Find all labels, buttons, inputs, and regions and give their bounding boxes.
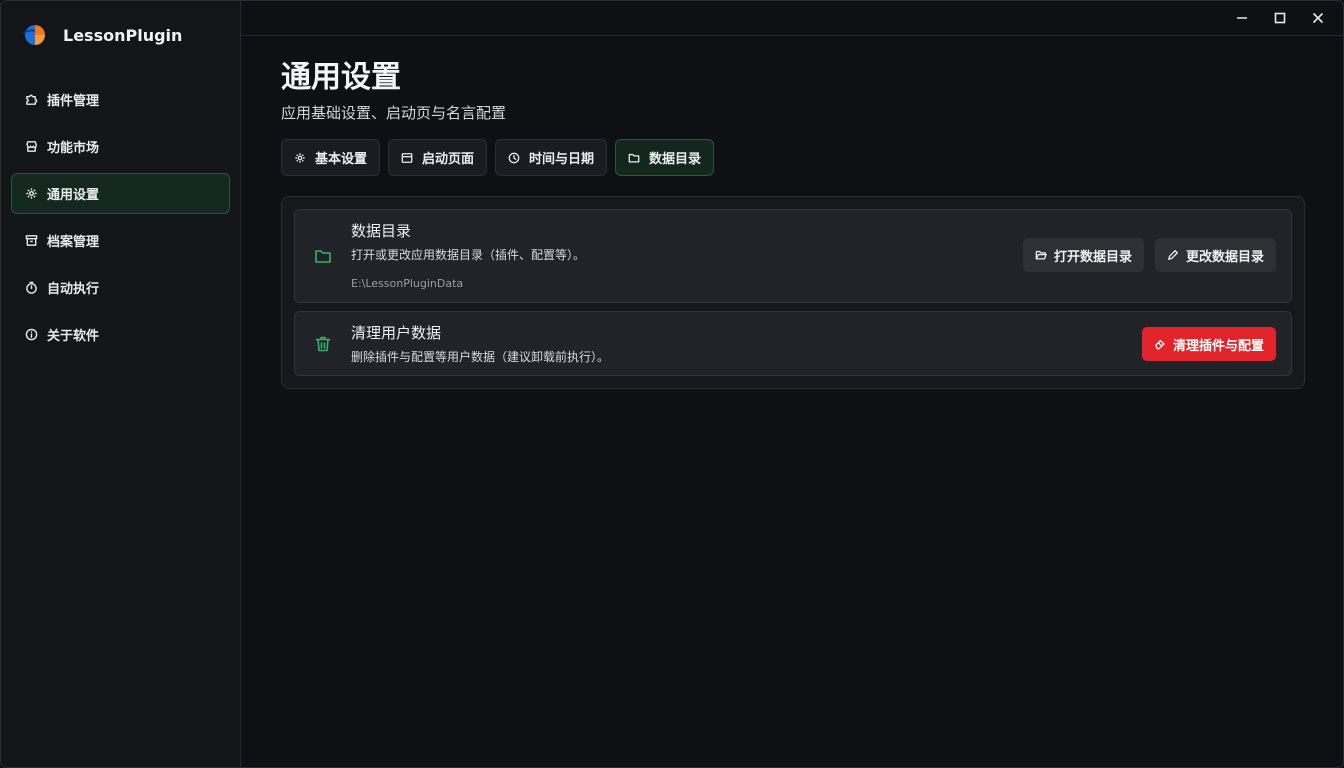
page-subtitle: 应用基础设置、启动页与名言配置 xyxy=(281,104,507,122)
clock-icon xyxy=(508,152,520,164)
change-data-directory-button[interactable]: 更改数据目录 xyxy=(1155,238,1277,272)
trash-icon xyxy=(314,335,332,353)
sidebar-item-market[interactable]: 功能市场 xyxy=(11,126,230,167)
data-directory-description: 打开或更改应用数据目录（插件、配置等）。 xyxy=(351,248,586,262)
brand: LessonPlugin xyxy=(21,23,182,47)
data-directory-title: 数据目录 xyxy=(351,222,412,240)
app-name: LessonPlugin xyxy=(63,25,183,45)
settings-tabs: 基本设置 启动页面 时间与日期 数据目录 xyxy=(281,139,1305,176)
page-title: 通用设置 xyxy=(281,60,401,95)
button-label: 清理插件与配置 xyxy=(1173,338,1265,354)
main-content: 通用设置 应用基础设置、启动页与名言配置 基本设置 启动页面 时间与日期 数据目… xyxy=(281,59,1305,389)
store-icon xyxy=(25,140,38,153)
clean-user-data-description: 删除插件与配置等用户数据（建议卸载前执行）。 xyxy=(351,350,610,364)
sidebar-item-label: 档案管理 xyxy=(47,235,100,250)
maximize-button[interactable] xyxy=(1261,1,1299,35)
sidebar-item-label: 功能市场 xyxy=(47,141,100,156)
gear-icon xyxy=(25,187,38,200)
app-logo-icon xyxy=(21,23,49,47)
tab-basic-settings[interactable]: 基本设置 xyxy=(281,139,381,176)
gear-icon xyxy=(294,152,306,164)
archive-icon xyxy=(25,234,38,247)
clean-plugins-config-button[interactable]: 清理插件与配置 xyxy=(1142,327,1277,361)
sidebar-item-archive[interactable]: 档案管理 xyxy=(11,220,230,261)
close-icon xyxy=(1312,9,1324,28)
eraser-icon xyxy=(1154,338,1166,350)
tab-label: 数据目录 xyxy=(649,152,702,167)
puzzle-icon xyxy=(25,93,38,106)
sidebar-nav: 插件管理 功能市场 通用设置 档案管理 自动执行 关于软件 xyxy=(11,79,230,361)
timer-icon xyxy=(25,281,38,294)
tab-label: 时间与日期 xyxy=(529,152,595,167)
folder-open-icon xyxy=(1035,249,1047,261)
sidebar-item-plugins[interactable]: 插件管理 xyxy=(11,79,230,120)
sidebar-item-general-settings[interactable]: 通用设置 xyxy=(11,173,230,214)
sidebar-item-auto-run[interactable]: 自动执行 xyxy=(11,267,230,308)
open-data-directory-button[interactable]: 打开数据目录 xyxy=(1023,238,1145,272)
sidebar-item-about[interactable]: 关于软件 xyxy=(11,314,230,355)
info-icon xyxy=(25,328,38,341)
close-button[interactable] xyxy=(1299,1,1337,35)
data-directory-path: E:\LessonPluginData xyxy=(351,277,464,290)
data-directory-card: 数据目录 打开或更改应用数据目录（插件、配置等）。 E:\LessonPlugi… xyxy=(294,209,1292,303)
title-bar xyxy=(241,1,1343,36)
clean-user-data-card: 清理用户数据 删除插件与配置等用户数据（建议卸载前执行）。 清理插件与配置 xyxy=(294,311,1292,376)
app-window: LessonPlugin 插件管理 功能市场 通用设置 档案管理 自动执行 关于… xyxy=(0,0,1344,768)
window-icon xyxy=(401,152,413,164)
maximize-icon xyxy=(1274,9,1286,28)
sidebar-item-label: 通用设置 xyxy=(47,188,100,203)
pencil-icon xyxy=(1167,249,1179,261)
folder-icon xyxy=(314,247,332,265)
tab-startup-page[interactable]: 启动页面 xyxy=(388,139,488,176)
folder-icon xyxy=(628,152,640,164)
clean-user-data-title: 清理用户数据 xyxy=(351,324,442,342)
button-label: 更改数据目录 xyxy=(1186,249,1265,265)
data-directory-panel: 数据目录 打开或更改应用数据目录（插件、配置等）。 E:\LessonPlugi… xyxy=(281,196,1305,389)
tab-label: 基本设置 xyxy=(315,152,368,167)
sidebar: LessonPlugin 插件管理 功能市场 通用设置 档案管理 自动执行 关于… xyxy=(1,1,241,767)
minimize-button[interactable] xyxy=(1223,1,1261,35)
sidebar-item-label: 关于软件 xyxy=(47,329,100,344)
button-label: 打开数据目录 xyxy=(1054,249,1133,265)
sidebar-item-label: 插件管理 xyxy=(47,94,100,109)
tab-time-date[interactable]: 时间与日期 xyxy=(495,139,608,176)
tab-data-directory[interactable]: 数据目录 xyxy=(615,139,715,176)
minimize-icon xyxy=(1236,9,1248,28)
sidebar-item-label: 自动执行 xyxy=(47,282,100,297)
tab-label: 启动页面 xyxy=(422,152,475,167)
